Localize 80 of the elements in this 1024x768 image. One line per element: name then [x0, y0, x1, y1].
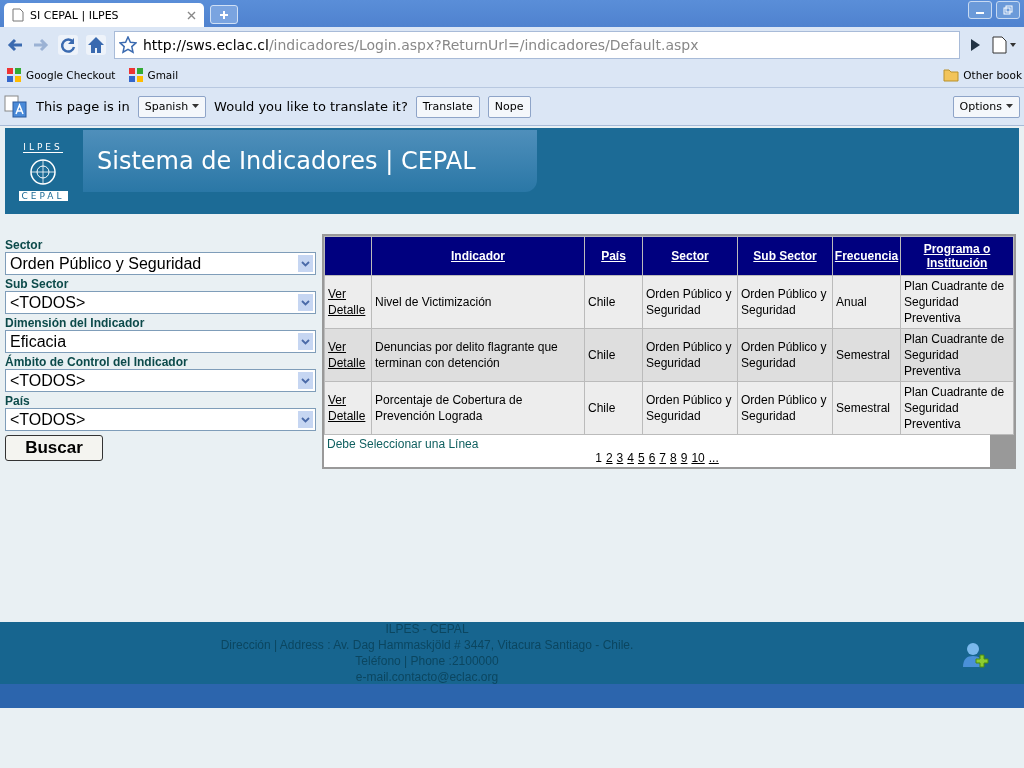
reload-icon[interactable] — [58, 35, 78, 55]
restore-button[interactable] — [996, 1, 1020, 19]
translate-question: Would you like to translate it? — [214, 99, 408, 114]
table-cell: Plan Cuadrante de Seguridad Preventiva — [900, 381, 1014, 435]
table-cell: Orden Público y Seguridad — [642, 275, 738, 329]
bookmark-link[interactable]: Google Checkout — [6, 67, 116, 83]
page-link[interactable]: 10 — [691, 451, 705, 465]
page-link[interactable]: 9 — [680, 451, 688, 465]
filter-label: Sub Sector — [5, 277, 70, 291]
table-cell: Orden Público y Seguridad — [642, 381, 738, 435]
new-tab-button[interactable] — [210, 5, 238, 24]
page-icon — [12, 8, 24, 22]
filter-label: Ámbito de Control del Indicador — [5, 355, 189, 369]
current-page: 1 — [595, 451, 602, 465]
page-link[interactable]: 2 — [605, 451, 613, 465]
page-link[interactable]: 4 — [627, 451, 634, 465]
column-header-link[interactable]: Indicador — [451, 249, 505, 263]
filter-dropdown[interactable]: <TODOS> — [5, 291, 316, 314]
page-link[interactable]: ... — [708, 451, 719, 465]
table-cell: Nivel de Victimización — [371, 275, 585, 329]
filter-label: País — [5, 394, 31, 408]
column-header-link[interactable]: Sector — [671, 249, 709, 263]
minimize-button[interactable] — [968, 1, 992, 19]
caret-icon — [1006, 104, 1013, 109]
bookmark-icon — [6, 67, 22, 83]
page-link[interactable]: 8 — [670, 451, 677, 465]
table-cell: Semestral — [832, 328, 901, 382]
banner-title: Sistema de Indicadores | CEPAL — [83, 130, 537, 192]
table-cell: Denuncias por delito flagrante que terminan con detención — [371, 328, 585, 382]
page-link[interactable]: 6 — [648, 451, 656, 465]
language-dropdown[interactable]: Spanish — [137, 95, 207, 118]
table-cell: Plan Cuadrante de Seguridad Preventiva — [900, 275, 1014, 329]
column-header-link[interactable]: País — [601, 249, 626, 263]
close-icon[interactable] — [187, 10, 196, 20]
page-link[interactable]: 5 — [637, 451, 645, 465]
filter-label: Sector — [5, 238, 44, 252]
table-cell: Anual — [832, 275, 901, 329]
globe-emblem-icon — [28, 156, 58, 187]
filter-dropdown[interactable]: <TODOS> — [5, 369, 316, 392]
filter-dropdown[interactable]: <TODOS> — [5, 408, 316, 431]
page-link[interactable]: 3 — [616, 451, 624, 465]
star-icon[interactable] — [119, 36, 137, 54]
bookmark-folder[interactable]: Other book — [943, 68, 1022, 82]
plus-icon — [219, 9, 229, 20]
table-cell: Orden Público y Seguridad — [737, 328, 833, 382]
page-link[interactable]: 7 — [659, 451, 667, 465]
table-cell: Chile — [584, 328, 643, 382]
logo-text: ILPES — [23, 141, 63, 153]
translate-icon — [4, 94, 28, 119]
translate-prompt: This page is in — [36, 99, 130, 114]
table-cell: Chile — [584, 381, 643, 435]
logo-text: CEPAL — [18, 190, 68, 201]
bookmark-link[interactable]: Gmail — [127, 67, 179, 83]
back-icon[interactable] — [6, 37, 24, 53]
table-cell: Plan Cuadrante de Seguridad Preventiva — [900, 328, 1014, 382]
translate-bar-button[interactable]: Nope — [487, 95, 531, 118]
table-cell: Orden Público y Seguridad — [642, 328, 738, 382]
options-button[interactable]: Options — [952, 95, 1020, 118]
table-cell: Chile — [584, 275, 643, 329]
home-icon[interactable] — [86, 35, 106, 55]
table-cell: Semestral — [832, 381, 901, 435]
translate-bar-button[interactable]: Translate — [415, 95, 480, 118]
go-icon[interactable] — [968, 38, 982, 52]
minimize-icon — [976, 12, 984, 14]
caret-icon — [192, 104, 200, 109]
address-bar[interactable]: http://sws.eclac.cl/indicadores/Login.aspx?ReturnUrl=/indicadores/Default.aspx — [114, 31, 960, 59]
filter-label: Dimensión del Indicador — [5, 316, 146, 330]
page-menu-icon[interactable] — [990, 36, 1018, 54]
validation-message: Debe Seleccionar una Línea — [327, 437, 479, 451]
bookmark-icon — [127, 67, 144, 83]
search-button[interactable]: Buscar — [5, 435, 103, 461]
filter-dropdown[interactable]: Eficacia — [5, 330, 316, 353]
table-cell: Orden Público y Seguridad — [737, 381, 833, 435]
restore-icon — [1003, 5, 1013, 15]
folder-icon — [943, 68, 960, 82]
table-cell: Orden Público y Seguridad — [737, 275, 833, 329]
table-cell: Porcentaje de Cobertura de Prevención Lograda — [371, 381, 585, 435]
browser-tab[interactable]: SI CEPAL | ILPES — [4, 3, 204, 27]
add-user-icon[interactable] — [962, 642, 990, 668]
filter-dropdown[interactable]: Orden Público y Seguridad — [5, 252, 316, 275]
